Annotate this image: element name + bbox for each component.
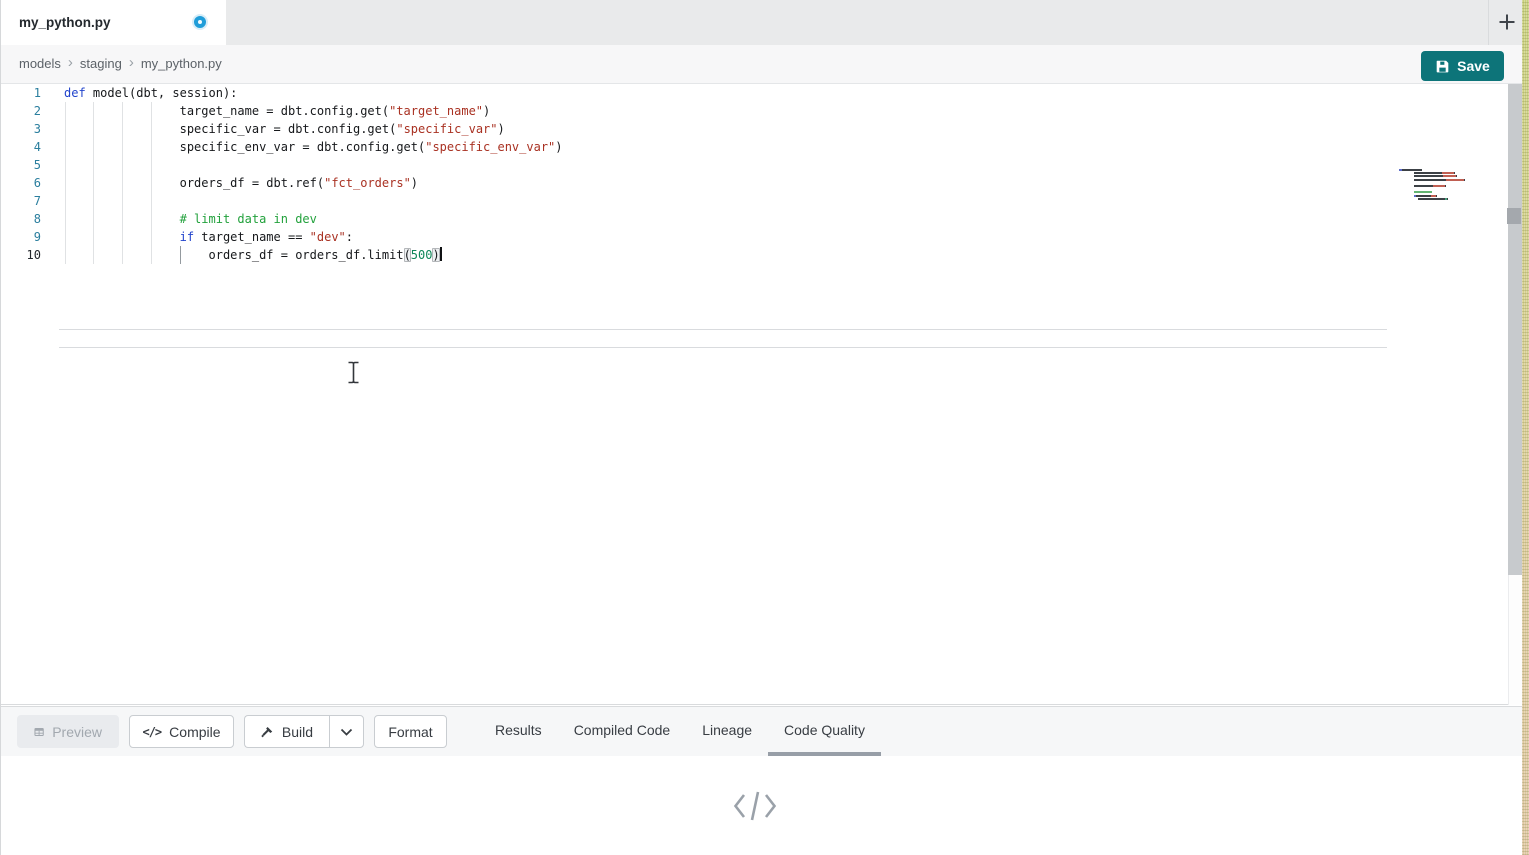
save-button-label: Save [1457, 58, 1490, 74]
format-button[interactable]: Format [374, 715, 447, 748]
plus-icon [1498, 13, 1516, 31]
line-number: 2 [1, 102, 41, 120]
code-line-text: # limit data in dev [64, 210, 317, 228]
indent-guide [151, 156, 152, 174]
code-line[interactable]: 6 orders_df = dbt.ref("fct_orders") [1, 174, 1508, 192]
line-number: 5 [1, 156, 41, 174]
save-button[interactable]: Save [1421, 51, 1504, 81]
line-number: 10 [1, 246, 41, 264]
minimap[interactable] [1399, 169, 1499, 201]
minimap-line [1399, 195, 1499, 197]
indent-guide [65, 192, 66, 210]
bottom-toolbar: Preview </> Compile Build [1, 707, 1522, 756]
minimap-line [1399, 179, 1499, 181]
breadcrumb-item[interactable]: staging [80, 56, 122, 71]
minimap-line [1399, 169, 1499, 171]
build-button[interactable]: Build [244, 715, 329, 748]
minimap-line [1399, 182, 1499, 184]
build-options-button[interactable] [329, 715, 364, 748]
minimap-line [1399, 175, 1499, 177]
preview-button[interactable]: Preview [17, 715, 119, 748]
code-slash-icon [731, 788, 779, 824]
line-number: 9 [1, 228, 41, 246]
minimap-line [1399, 172, 1499, 174]
format-button-label: Format [388, 724, 432, 740]
editor-scrollbar-thumb[interactable] [1507, 208, 1521, 224]
ide-window: my_python.py models › staging › my_python.py… [0, 0, 1529, 855]
code-line-text: orders_df = dbt.ref("fct_orders") [64, 174, 418, 192]
indent-guide [65, 156, 66, 174]
tab-my-python-py[interactable]: my_python.py [1, 0, 226, 45]
bottom-panel: Preview </> Compile Build [1, 706, 1522, 855]
code-lines: 1def model(dbt, session):2 target_name =… [1, 84, 1508, 264]
line-number: 8 [1, 210, 41, 228]
code-line[interactable]: 4 specific_env_var = dbt.config.get("spe… [1, 138, 1508, 156]
preview-button-label: Preview [52, 724, 102, 740]
code-line-text: if target_name == "dev": [64, 228, 353, 246]
unsaved-changes-dot-icon [194, 16, 206, 28]
breadcrumb: models › staging › my_python.py [19, 55, 222, 73]
minimap-line [1399, 191, 1499, 193]
build-button-label: Build [282, 724, 313, 740]
code-editor[interactable]: 1def model(dbt, session):2 target_name =… [1, 84, 1508, 705]
panel-tab-lineage[interactable]: Lineage [686, 707, 768, 756]
breadcrumb-bar: models › staging › my_python.py Save [1, 45, 1522, 84]
save-floppy-icon [1435, 59, 1450, 74]
code-line-text: orders_df = orders_df.limit(500) [64, 246, 442, 264]
active-line-highlight [59, 329, 1387, 348]
tab-title: my_python.py [19, 15, 111, 30]
breadcrumb-separator-icon: › [68, 54, 73, 71]
line-number: 4 [1, 138, 41, 156]
line-number: 3 [1, 120, 41, 138]
indent-guide [93, 156, 94, 174]
minimap-line [1399, 185, 1499, 187]
code-line-text: target_name = dbt.config.get("target_nam… [64, 102, 490, 120]
code-icon: </> [142, 725, 161, 739]
compile-button-label: Compile [169, 724, 220, 740]
tab-separator [1488, 0, 1489, 45]
panel-tabs: ResultsCompiled CodeLineageCode Quality [479, 707, 881, 756]
code-line[interactable]: 1 def model(dbt, session): [1, 84, 1508, 102]
code-line[interactable]: 5 [1, 156, 1508, 174]
build-split-button: Build [244, 715, 364, 748]
breadcrumb-separator-icon: › [129, 54, 134, 71]
code-line[interactable]: 9 if target_name == "dev": [1, 228, 1508, 246]
line-number: 7 [1, 192, 41, 210]
code-line[interactable]: 8 # limit data in dev [1, 210, 1508, 228]
line-number: 6 [1, 174, 41, 192]
table-icon [34, 724, 44, 740]
indent-guide [151, 192, 152, 210]
code-line-text: specific_var = dbt.config.get("specific_… [64, 120, 505, 138]
page-scrollbar-thumb[interactable] [1508, 84, 1522, 575]
code-line[interactable]: 3 specific_var = dbt.config.get("specifi… [1, 120, 1508, 138]
breadcrumb-item[interactable]: my_python.py [141, 56, 222, 71]
desktop-wallpaper-strip [1522, 0, 1529, 855]
code-line[interactable]: 7 [1, 192, 1508, 210]
panel-tab-code-quality[interactable]: Code Quality [768, 707, 881, 756]
breadcrumb-item[interactable]: models [19, 56, 61, 71]
code-line[interactable]: 10 orders_df = orders_df.limit(500) [1, 246, 1508, 264]
panel-tab-compiled-code[interactable]: Compiled Code [558, 707, 687, 756]
line-number: 1 [1, 84, 41, 102]
code-line-text: def model(dbt, session): [64, 84, 237, 102]
indent-guide [122, 192, 123, 210]
new-tab-button[interactable] [1493, 8, 1521, 36]
code-line-text: specific_env_var = dbt.config.get("speci… [64, 138, 563, 156]
chevron-down-icon [340, 728, 353, 736]
minimap-line [1399, 198, 1499, 200]
minimap-line [1399, 188, 1499, 190]
code-line[interactable]: 2 target_name = dbt.config.get("target_n… [1, 102, 1508, 120]
editor-tab-bar: my_python.py [1, 0, 1522, 45]
indent-guide [122, 156, 123, 174]
code-quality-panel [1, 756, 1508, 855]
text-caret [440, 247, 442, 261]
indent-guide [93, 192, 94, 210]
hammer-icon [261, 724, 274, 740]
compile-button[interactable]: </> Compile [129, 715, 234, 748]
panel-tab-results[interactable]: Results [479, 707, 558, 756]
